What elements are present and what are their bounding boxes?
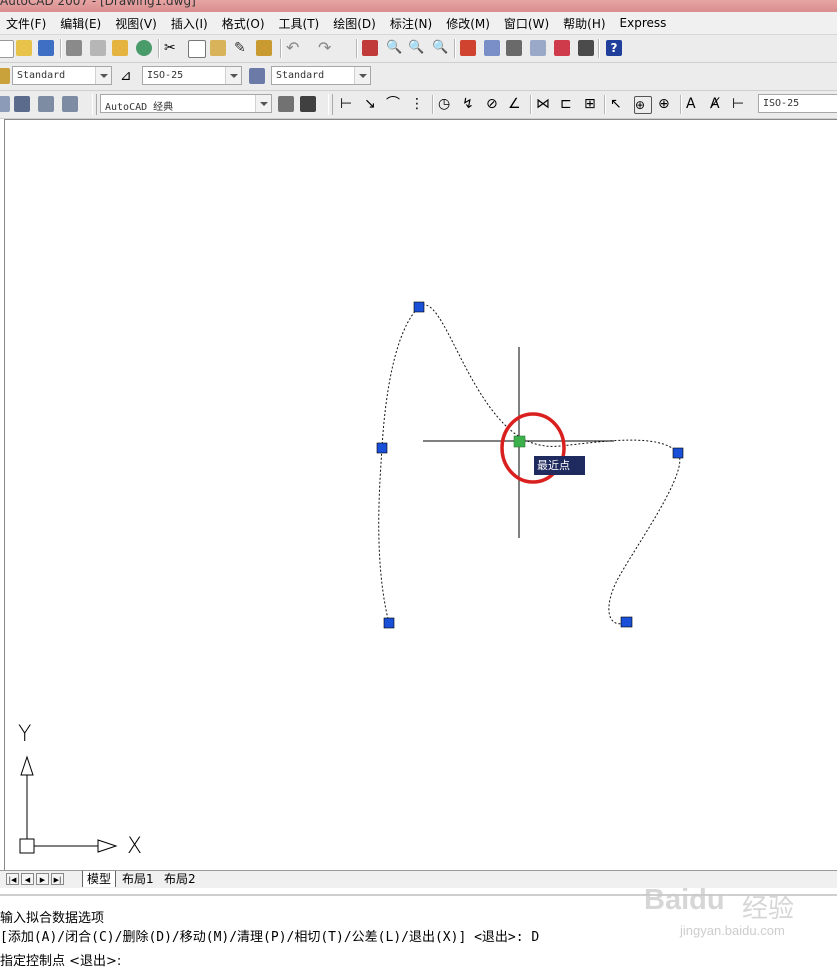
zoom-previous-icon[interactable]: 🔍: [432, 40, 448, 56]
menu-view[interactable]: 视图(V): [108, 15, 164, 32]
open-icon[interactable]: [16, 40, 32, 56]
workspace-settings-icon[interactable]: [278, 96, 294, 112]
workspace-icon-b[interactable]: [62, 96, 78, 112]
menu-edit[interactable]: 编辑(E): [53, 15, 108, 32]
menu-window[interactable]: 窗口(W): [497, 15, 556, 32]
dim-text-edit-icon[interactable]: Ⱥ: [710, 96, 726, 112]
layout-tabs-bar: |◀ ◀ ▶ ▶| 模型 布局1 布局2: [0, 870, 837, 888]
menu-express[interactable]: Express: [613, 16, 674, 30]
radius-dim-icon[interactable]: ◷: [438, 96, 454, 112]
menu-file[interactable]: 文件(F): [0, 15, 53, 32]
tab-layout2[interactable]: 布局2: [160, 871, 200, 887]
prev-tab-button[interactable]: ◀: [21, 873, 34, 885]
table-style-select[interactable]: Standard: [271, 66, 371, 85]
viewport-icon[interactable]: [14, 96, 30, 112]
menu-draw[interactable]: 绘图(D): [326, 15, 383, 32]
design-center-icon[interactable]: [484, 40, 500, 56]
osnap-tooltip: 最近点: [534, 456, 585, 475]
menu-bar: 文件(F) 编辑(E) 视图(V) 插入(I) 格式(O) 工具(T) 绘图(D…: [0, 12, 837, 35]
arc-length-icon[interactable]: ⌒: [386, 96, 402, 112]
tab-layout1[interactable]: 布局1: [118, 871, 158, 887]
zoom-window-icon[interactable]: 🔍: [408, 40, 424, 56]
continue-dim-icon[interactable]: ⊞: [584, 96, 600, 112]
command-history-line2: [添加(A)/闭合(C)/删除(D)/移动(M)/清理(P)/相切(T)/公差(…: [0, 930, 540, 945]
title-bar: AutoCAD 2007 - [Drawing1.dwg]: [0, 0, 837, 12]
print-icon[interactable]: [66, 40, 82, 56]
ordinate-dim-icon[interactable]: ⋮: [410, 96, 426, 112]
calculator-icon[interactable]: [578, 40, 594, 56]
tolerance-icon[interactable]: ⊕: [634, 96, 652, 114]
table-style-value: Standard: [276, 70, 325, 81]
drawing-area[interactable]: [4, 119, 837, 870]
dim-update-icon[interactable]: ⊢: [732, 96, 748, 112]
workspace-icon-a[interactable]: [38, 96, 54, 112]
chevron-down-icon[interactable]: [225, 67, 241, 84]
save-icon[interactable]: [38, 40, 54, 56]
paste-icon[interactable]: [210, 40, 226, 56]
properties-icon[interactable]: [460, 40, 476, 56]
help-icon[interactable]: ?: [606, 40, 622, 56]
linear-dim-icon[interactable]: ⊢: [340, 96, 356, 112]
angular-dim-icon[interactable]: ∠: [508, 96, 524, 112]
menu-help[interactable]: 帮助(H): [556, 15, 612, 32]
diameter-dim-icon[interactable]: ⊘: [486, 96, 502, 112]
table-style-icon[interactable]: [249, 68, 265, 84]
standard-toolbar: ✂ ✎ ↶ ↷ 🔍 🔍 🔍 ?: [0, 35, 837, 63]
3d-dwf-icon[interactable]: [136, 40, 152, 56]
menu-dimension[interactable]: 标注(N): [383, 15, 439, 32]
chevron-down-icon[interactable]: [95, 67, 111, 84]
zoom-realtime-icon[interactable]: 🔍: [386, 40, 402, 56]
dim-style-value: ISO-25: [147, 70, 184, 81]
text-style-value: Standard: [17, 70, 66, 81]
my-workspace-icon[interactable]: [300, 96, 316, 112]
chevron-down-icon[interactable]: [354, 67, 370, 84]
markup-icon[interactable]: [554, 40, 570, 56]
sheet-set-icon[interactable]: [530, 40, 546, 56]
first-tab-button[interactable]: |◀: [6, 873, 19, 885]
window-title: AutoCAD 2007 - [Drawing1.dwg]: [0, 0, 196, 8]
layout-icon[interactable]: [0, 96, 10, 112]
dim-style-icon[interactable]: ⊿: [120, 68, 136, 84]
quick-dim-icon[interactable]: ⋈: [536, 96, 552, 112]
publish-icon[interactable]: [112, 40, 128, 56]
undo-icon[interactable]: ↶: [286, 40, 302, 56]
dim-style-select[interactable]: ISO-25: [142, 66, 242, 85]
center-mark-icon[interactable]: ⊕: [658, 96, 674, 112]
pan-icon[interactable]: [362, 40, 378, 56]
leader-icon[interactable]: ↖: [610, 96, 626, 112]
text-style-select[interactable]: Standard: [12, 66, 112, 85]
next-tab-button[interactable]: ▶: [36, 873, 49, 885]
workspace-value: AutoCAD 经典: [105, 102, 174, 113]
block-editor-icon[interactable]: [256, 40, 272, 56]
match-properties-icon[interactable]: ✎: [234, 40, 250, 56]
copy-icon[interactable]: [188, 40, 206, 58]
ucs-y-label: Y: [18, 722, 32, 747]
last-tab-button[interactable]: ▶|: [51, 873, 64, 885]
jogged-dim-icon[interactable]: ↯: [462, 96, 478, 112]
tab-model[interactable]: 模型: [82, 871, 117, 887]
menu-insert[interactable]: 插入(I): [164, 15, 215, 32]
dim-edit-icon[interactable]: A: [686, 96, 702, 112]
dim-style-select-2[interactable]: ISO-25: [758, 94, 837, 113]
styles-toolbar: Standard ⊿ ISO-25 Standard: [0, 63, 837, 91]
text-style-icon[interactable]: [0, 68, 10, 84]
dim-style-value-2: ISO-25: [763, 98, 800, 109]
command-history-line1: 输入拟合数据选项: [0, 911, 105, 926]
chevron-down-icon[interactable]: [255, 95, 271, 112]
workspaces-toolbar: AutoCAD 经典 ⊢ ↘ ⌒ ⋮ ◷ ↯ ⊘ ∠ ⋈ ⊏ ⊞ ↖ ⊕ ⊕ A…: [0, 91, 837, 119]
new-icon[interactable]: [0, 40, 14, 58]
redo-icon[interactable]: ↷: [318, 40, 334, 56]
baseline-dim-icon[interactable]: ⊏: [560, 96, 576, 112]
workspace-select[interactable]: AutoCAD 经典: [100, 94, 272, 113]
tool-palettes-icon[interactable]: [506, 40, 522, 56]
command-window[interactable]: 输入拟合数据选项 [添加(A)/闭合(C)/删除(D)/移动(M)/清理(P)/…: [0, 894, 837, 969]
menu-tools[interactable]: 工具(T): [272, 15, 327, 32]
cut-icon[interactable]: ✂: [164, 40, 180, 56]
menu-format[interactable]: 格式(O): [215, 15, 272, 32]
aligned-dim-icon[interactable]: ↘: [364, 96, 380, 112]
plot-preview-icon[interactable]: [90, 40, 106, 56]
menu-modify[interactable]: 修改(M): [439, 15, 497, 32]
ucs-x-label: X: [127, 834, 143, 859]
